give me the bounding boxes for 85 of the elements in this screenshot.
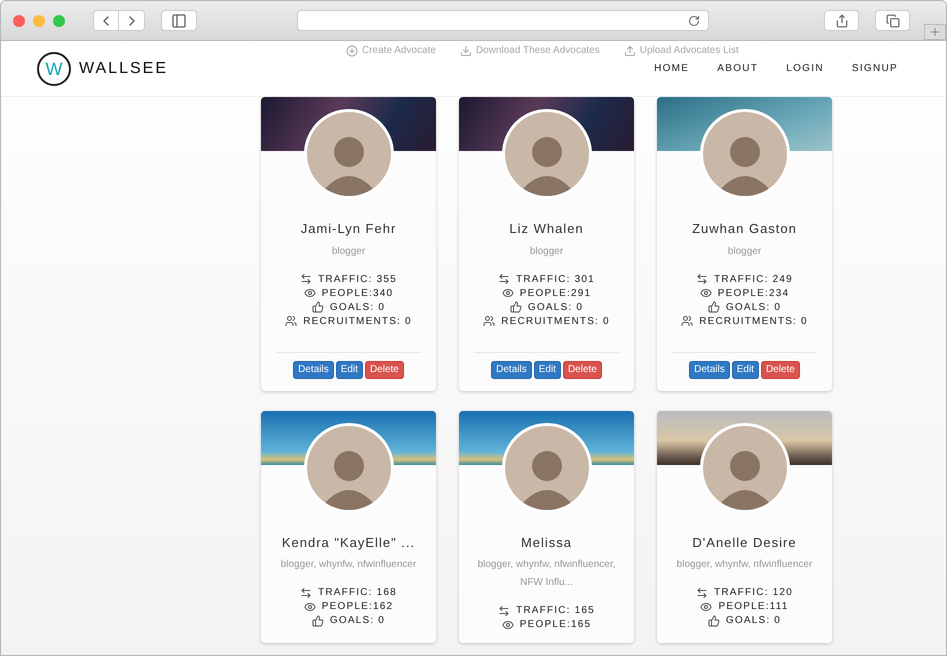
thumbs-up-icon <box>510 301 522 313</box>
thumbs-up-icon <box>312 614 324 626</box>
advocate-tags: blogger <box>518 242 576 260</box>
stat-label: GOALS: 0 <box>726 614 782 627</box>
plus-icon <box>346 44 358 56</box>
stat-label: PEOPLE:111 <box>718 600 788 613</box>
nav-link[interactable]: HOME <box>654 61 690 76</box>
address-field[interactable] <box>297 10 709 31</box>
stat-label: PEOPLE:162 <box>322 600 394 613</box>
arrows-icon <box>696 273 708 285</box>
arrows-icon <box>696 586 708 598</box>
thumbs-up-icon <box>312 301 324 313</box>
tabs-button[interactable] <box>875 10 910 31</box>
details-button[interactable]: Details <box>689 360 730 378</box>
share-icon <box>834 14 848 28</box>
sidebar-icon <box>171 12 187 28</box>
download-icon <box>460 44 472 56</box>
stat-label: RECRUITMENTS: 0 <box>303 314 412 328</box>
delete-button[interactable]: Delete <box>562 360 602 378</box>
plus-icon <box>929 26 941 38</box>
details-button[interactable]: Details <box>491 360 532 378</box>
delete-button[interactable]: Delete <box>760 360 800 378</box>
advocate-name: Melissa <box>520 534 572 552</box>
users-icon <box>285 315 298 327</box>
advocate-tags: blogger <box>320 242 378 260</box>
delete-button[interactable]: Delete <box>364 360 404 378</box>
action-link[interactable]: Download These Advocates <box>460 43 600 58</box>
stat-label: TRAFFIC: 249 <box>714 272 793 286</box>
users-icon <box>483 315 496 327</box>
advocate-tags: blogger, whynfw, nfwinfluencer <box>268 556 428 574</box>
stat-label: RECRUITMENTS: 0 <box>699 314 808 328</box>
eye-icon <box>304 287 316 299</box>
arrows-icon <box>498 604 510 616</box>
action-link[interactable]: Upload Advocates List <box>624 43 739 58</box>
thumbs-up-icon <box>708 301 720 313</box>
edit-button[interactable]: Edit <box>534 360 561 378</box>
advocate-tags: blogger, whynfw, nfwinfluencer, NFW Influ... <box>459 556 634 592</box>
eye-icon <box>502 618 514 630</box>
stat-label: GOALS: 0 <box>330 300 386 314</box>
stat-label: PEOPLE:340 <box>322 286 394 300</box>
action-link[interactable]: Create Advocate <box>346 43 436 58</box>
forward-button[interactable] <box>119 10 145 31</box>
thumbs-up-icon <box>708 614 720 626</box>
stat-label: GOALS: 0 <box>726 300 782 314</box>
sidebar-button[interactable] <box>161 10 197 31</box>
arrows-icon <box>300 586 312 598</box>
edit-button[interactable]: Edit <box>732 360 759 378</box>
advocate-tags: blogger, whynfw, nfwinfluencer <box>664 556 824 574</box>
arrows-icon <box>498 273 510 285</box>
reload-icon[interactable] <box>688 14 700 26</box>
eye-icon <box>700 287 712 299</box>
stat-label: PEOPLE:291 <box>520 286 592 300</box>
advocate-name: Zuwhan Gaston <box>692 220 797 238</box>
nav-link[interactable]: SIGNUP <box>852 61 898 76</box>
logo-mark: W <box>46 60 62 78</box>
stat-label: TRAFFIC: 120 <box>714 586 793 599</box>
upload-icon <box>624 44 636 56</box>
tabs-icon <box>886 14 900 28</box>
advocate-name: Liz Whalen <box>509 220 584 238</box>
stat-label: TRAFFIC: 355 <box>318 272 397 286</box>
stat-label: PEOPLE:165 <box>520 618 592 631</box>
eye-icon <box>700 600 712 612</box>
eye-icon <box>502 287 514 299</box>
nav-link[interactable]: ABOUT <box>717 61 758 76</box>
stat-label: TRAFFIC: 168 <box>318 586 397 599</box>
stat-label: RECRUITMENTS: 0 <box>501 314 610 328</box>
nav-link[interactable]: LOGIN <box>786 61 824 76</box>
stat-label: PEOPLE:234 <box>718 286 790 300</box>
details-button[interactable]: Details <box>293 360 334 378</box>
edit-button[interactable]: Edit <box>336 360 363 378</box>
share-button[interactable] <box>824 10 859 31</box>
stat-label: GOALS: 0 <box>528 300 584 314</box>
advocate-name: D'Anelle Desire <box>692 534 797 552</box>
eye-icon <box>304 600 316 612</box>
stat-label: TRAFFIC: 301 <box>516 272 595 286</box>
arrows-icon <box>300 273 312 285</box>
users-icon <box>681 315 694 327</box>
back-button[interactable] <box>93 10 119 31</box>
advocate-name: Kendra "KayElle" ... <box>282 534 416 552</box>
advocate-tags: blogger <box>716 242 774 260</box>
stat-label: TRAFFIC: 165 <box>516 604 595 617</box>
stat-label: GOALS: 0 <box>330 614 386 627</box>
advocate-name: Jami-Lyn Fehr <box>300 220 396 238</box>
brand-name: WALLSEE <box>79 58 168 78</box>
new-tab-button[interactable] <box>924 24 946 40</box>
